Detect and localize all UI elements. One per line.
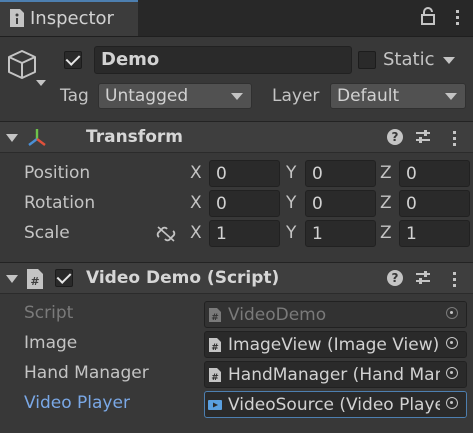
image-field-row: Image # ImageView (Image View) — [0, 330, 473, 360]
active-checkbox[interactable] — [64, 51, 82, 69]
csharp-script-icon: # — [209, 308, 221, 323]
z-axis-label: Z — [380, 163, 392, 183]
foldout-arrow-icon[interactable] — [6, 275, 18, 283]
kebab-menu-icon[interactable] — [448, 269, 460, 289]
position-label: Position — [24, 163, 91, 183]
tab-label: Inspector — [30, 8, 114, 29]
script-object-field: # VideoDemo — [204, 301, 467, 328]
target-icon — [446, 367, 458, 379]
rotation-label: Rotation — [24, 193, 96, 213]
transform-axes-icon — [28, 129, 46, 146]
script-field-row: Script # VideoDemo — [0, 300, 473, 330]
object-picker-button[interactable] — [440, 392, 466, 417]
video-demo-script-header[interactable]: # Video Demo (Script) ? — [0, 262, 473, 294]
static-dropdown-icon[interactable] — [443, 57, 455, 64]
help-icon[interactable]: ? — [387, 129, 403, 145]
svg-text:#: # — [211, 373, 219, 383]
csharp-script-icon: # — [27, 269, 43, 289]
scale-row: Scale X 1 Y 1 Z 1 — [0, 220, 473, 250]
csharp-script-icon: # — [209, 368, 221, 383]
svg-text:#: # — [211, 313, 219, 323]
foldout-arrow-icon[interactable] — [6, 134, 18, 142]
rotation-row: Rotation X 0 Y 0 Z 0 — [0, 190, 473, 220]
static-label: Static — [383, 49, 435, 70]
csharp-script-icon: # — [209, 338, 221, 353]
y-axis-label: Y — [286, 223, 297, 243]
lock-icon[interactable] — [418, 6, 438, 28]
layer-value: Default — [337, 86, 400, 106]
scale-label: Scale — [24, 223, 70, 243]
z-axis-label: Z — [380, 193, 392, 213]
tab-bar: Inspector — [0, 0, 473, 37]
layer-label: Layer — [272, 86, 320, 106]
video-player-label: Video Player — [24, 393, 130, 413]
hand-manager-value: HandManager (Hand Manager) — [228, 365, 467, 385]
video-player-field-row: Video Player VideoSource (Video Player) — [0, 390, 473, 420]
info-icon — [10, 9, 24, 27]
tag-label: Tag — [60, 86, 89, 106]
target-icon — [446, 397, 458, 409]
presets-icon[interactable] — [414, 269, 432, 287]
script-label: Script — [24, 303, 74, 323]
static-checkbox[interactable] — [358, 51, 376, 69]
presets-icon[interactable] — [414, 128, 432, 146]
name-field[interactable]: Demo — [94, 46, 352, 74]
tag-value: Untagged — [105, 86, 189, 106]
rotation-x-field[interactable]: 0 — [209, 190, 280, 217]
video-player-object-field[interactable]: VideoSource (Video Player) — [204, 391, 467, 418]
target-icon — [446, 307, 458, 319]
position-row: Position X 0 Y 0 Z 0 — [0, 160, 473, 190]
object-picker-button — [440, 302, 466, 327]
hand-manager-label: Hand Manager — [24, 363, 149, 383]
rotation-y-field[interactable]: 0 — [305, 190, 376, 217]
script-title: Video Demo (Script) — [86, 268, 280, 288]
y-axis-label: Y — [286, 193, 297, 213]
rotation-z-field[interactable]: 0 — [399, 190, 470, 217]
kebab-menu-icon[interactable] — [448, 128, 460, 148]
image-object-field[interactable]: # ImageView (Image View) — [204, 331, 467, 358]
x-axis-label: X — [190, 163, 202, 183]
svg-text:#: # — [30, 275, 39, 288]
transform-title: Transform — [86, 127, 183, 147]
image-value: ImageView (Image View) — [228, 335, 440, 355]
script-value: VideoDemo — [228, 305, 327, 325]
z-axis-label: Z — [380, 223, 392, 243]
layer-dropdown[interactable]: Default — [330, 83, 466, 109]
tab-inspector[interactable]: Inspector — [0, 0, 138, 36]
position-z-field[interactable]: 0 — [399, 160, 470, 187]
x-axis-label: X — [190, 223, 202, 243]
target-icon — [446, 337, 458, 349]
svg-text:#: # — [211, 343, 219, 353]
position-x-field[interactable]: 0 — [209, 160, 280, 187]
scale-y-field[interactable]: 1 — [305, 220, 376, 247]
object-picker-button[interactable] — [440, 362, 466, 387]
kebab-menu-icon[interactable] — [448, 6, 468, 28]
help-icon[interactable]: ? — [387, 270, 403, 286]
link-broken-icon[interactable] — [155, 225, 177, 243]
image-label: Image — [24, 333, 78, 353]
scale-z-field[interactable]: 1 — [399, 220, 470, 247]
script-enabled-checkbox[interactable] — [55, 269, 73, 287]
video-player-value: VideoSource (Video Player) — [228, 395, 459, 415]
object-picker-button[interactable] — [440, 332, 466, 357]
tag-dropdown[interactable]: Untagged — [98, 83, 252, 109]
y-axis-label: Y — [286, 163, 297, 183]
position-y-field[interactable]: 0 — [305, 160, 376, 187]
hand-manager-object-field[interactable]: # HandManager (Hand Manager) — [204, 361, 467, 388]
video-player-icon — [208, 400, 222, 410]
scale-x-field[interactable]: 1 — [209, 220, 280, 247]
x-axis-label: X — [190, 193, 202, 213]
chevron-down-icon — [445, 93, 457, 100]
chevron-down-icon — [231, 93, 243, 100]
gameobject-cube-icon[interactable] — [6, 48, 48, 88]
hand-manager-field-row: Hand Manager # HandManager (Hand Manager… — [0, 360, 473, 390]
transform-header[interactable]: Transform ? — [0, 121, 473, 153]
